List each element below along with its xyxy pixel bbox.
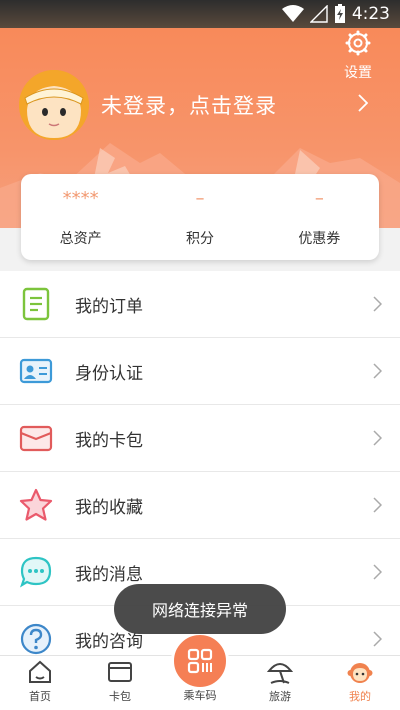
nav-mine[interactable]: 我的 xyxy=(320,656,400,710)
nav-label: 我的 xyxy=(349,690,371,703)
nav-travel[interactable]: 旅游 xyxy=(240,656,320,710)
stat-value: – xyxy=(195,188,205,209)
stat-label: 优惠券 xyxy=(298,231,341,247)
settings-label: 设置 xyxy=(344,65,372,81)
id-card-icon xyxy=(19,358,53,384)
nav-label: 旅游 xyxy=(269,690,291,703)
nav-home[interactable]: 首页 xyxy=(0,656,80,710)
signal-icon xyxy=(309,5,328,23)
home-icon xyxy=(29,660,51,683)
stat-value: **** xyxy=(62,188,99,209)
gear-icon xyxy=(345,30,371,56)
menu-item-orders[interactable]: 我的订单 xyxy=(0,271,400,338)
qr-code-icon xyxy=(187,648,213,674)
chevron-right-icon xyxy=(373,564,382,580)
network-error-toast: 网络连接异常 xyxy=(114,584,286,634)
chevron-right-icon[interactable] xyxy=(358,94,368,112)
nav-cards[interactable]: 卡包 xyxy=(80,656,160,710)
card-icon xyxy=(108,662,132,682)
nav-label: 首页 xyxy=(29,690,51,703)
menu-label: 我的消息 xyxy=(75,564,143,585)
menu-item-wallet[interactable]: 我的卡包 xyxy=(0,405,400,472)
wifi-icon xyxy=(281,5,304,22)
stat-points[interactable]: – 积分 xyxy=(140,174,259,260)
message-icon xyxy=(20,556,52,588)
nav-label: 卡包 xyxy=(109,690,131,703)
status-time: 4:23 xyxy=(351,4,390,24)
menu-item-favorites[interactable]: 我的收藏 xyxy=(0,472,400,539)
chevron-right-icon xyxy=(373,296,382,312)
settings-button[interactable]: 设置 xyxy=(338,30,378,82)
avatar[interactable] xyxy=(19,70,89,140)
chevron-right-icon xyxy=(373,430,382,446)
stat-label: 积分 xyxy=(185,231,214,247)
menu-item-identity[interactable]: 身份认证 xyxy=(0,338,400,405)
umbrella-icon xyxy=(267,663,293,684)
menu-label: 身份认证 xyxy=(75,363,143,384)
chevron-right-icon xyxy=(373,497,382,513)
stats-card: **** 总资产 – 积分 – 优惠券 xyxy=(21,174,379,260)
menu-label: 我的收藏 xyxy=(75,497,143,518)
order-icon xyxy=(22,287,50,321)
login-prompt[interactable]: 未登录，点击登录 xyxy=(101,90,277,120)
stat-total-assets[interactable]: **** 总资产 xyxy=(21,174,140,260)
stat-coupons[interactable]: – 优惠券 xyxy=(260,174,379,260)
wallet-icon xyxy=(19,425,53,452)
stat-value: – xyxy=(314,188,324,209)
chevron-right-icon xyxy=(373,363,382,379)
battery-icon xyxy=(334,4,345,23)
bottom-nav: 首页 卡包 乘车码 旅游 我的 xyxy=(0,632,400,710)
menu-label: 我的卡包 xyxy=(75,430,143,451)
star-icon xyxy=(19,488,53,521)
question-icon xyxy=(20,623,52,655)
chevron-right-icon xyxy=(373,631,382,647)
menu-label: 我的订单 xyxy=(75,296,143,317)
monkey-avatar-icon xyxy=(19,70,89,140)
nav-ride-code[interactable]: 乘车码 xyxy=(160,632,240,710)
qr-code-button[interactable] xyxy=(171,632,229,690)
status-bar: 4:23 xyxy=(0,0,400,28)
monkey-icon xyxy=(347,663,373,683)
stat-label: 总资产 xyxy=(59,231,102,247)
